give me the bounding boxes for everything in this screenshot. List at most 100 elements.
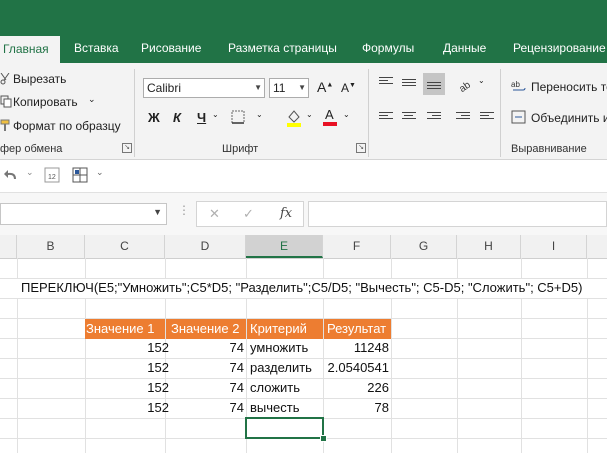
align-top-icon[interactable] bbox=[379, 77, 393, 88]
paintbrush-icon bbox=[0, 119, 10, 131]
align-middle-icon[interactable] bbox=[402, 79, 416, 90]
tab-data[interactable]: Данные bbox=[443, 41, 486, 55]
formula-input[interactable] bbox=[308, 201, 607, 227]
font-size-value: 11 bbox=[273, 81, 286, 95]
font-name-value: Calibri bbox=[147, 81, 182, 95]
tab-review[interactable]: Рецензирование bbox=[513, 41, 606, 55]
table-cell[interactable]: вычесть bbox=[250, 398, 299, 418]
select-all-corner[interactable] bbox=[0, 235, 17, 258]
tab-insert[interactable]: Вставка bbox=[74, 41, 119, 55]
tab-formulas[interactable]: Формулы bbox=[362, 41, 414, 55]
grow-font-button[interactable]: A▲ bbox=[317, 79, 333, 95]
table-cell[interactable]: 152 bbox=[85, 338, 169, 358]
chevron-down-icon: ▼ bbox=[298, 83, 306, 92]
align-center-icon[interactable] bbox=[402, 112, 416, 123]
table-cell[interactable]: 152 bbox=[85, 358, 169, 378]
header-cell[interactable]: Значение 1 bbox=[85, 319, 165, 339]
cut-label: Вырезать bbox=[13, 72, 67, 86]
chevron-down-icon[interactable]: ⌄ bbox=[256, 110, 263, 119]
column-header-b[interactable]: B bbox=[17, 235, 85, 258]
table-cell[interactable]: разделить bbox=[250, 358, 312, 378]
column-header-i[interactable]: I bbox=[521, 235, 587, 258]
insert-function-icon[interactable]: fx bbox=[280, 206, 292, 221]
grow-font-glyph: A bbox=[317, 79, 327, 95]
scissors-icon bbox=[0, 73, 10, 85]
table-cell[interactable]: 74 bbox=[165, 378, 244, 398]
undo-icon[interactable] bbox=[3, 169, 19, 183]
bold-button[interactable]: Ж bbox=[148, 110, 160, 125]
italic-button[interactable]: К bbox=[173, 110, 181, 125]
column-header-h[interactable]: H bbox=[457, 235, 521, 258]
shrink-font-button[interactable]: A▼ bbox=[341, 81, 356, 95]
align-right-icon[interactable] bbox=[427, 112, 441, 123]
header-value-1: Значение 1 bbox=[86, 321, 155, 336]
table-cell[interactable]: 152 bbox=[85, 398, 169, 418]
underline-button[interactable]: Ч bbox=[197, 110, 206, 125]
name-box[interactable]: ▼ bbox=[0, 203, 167, 225]
clipboard-launcher-icon[interactable]: ↘ bbox=[122, 143, 132, 153]
ribbon-separator bbox=[134, 69, 135, 157]
chevron-down-icon[interactable]: ▼ bbox=[153, 207, 162, 217]
ribbon: Вырезать Копировать ⌄ Формат по образцу … bbox=[0, 63, 607, 160]
column-header-d[interactable]: D bbox=[165, 235, 246, 258]
header-cell[interactable]: Значение 2 bbox=[166, 319, 246, 339]
alignment-group-label: Выравнивание bbox=[511, 143, 587, 155]
table-cell[interactable]: умножить bbox=[250, 338, 308, 358]
increase-indent-icon[interactable] bbox=[480, 112, 494, 123]
tab-page-layout[interactable]: Разметка страницы bbox=[228, 41, 337, 55]
copy-label: Копировать bbox=[13, 95, 78, 109]
wrap-text-label: Переносить те bbox=[531, 80, 607, 94]
decrease-indent-icon[interactable] bbox=[456, 112, 470, 123]
table-cell[interactable]: 74 bbox=[165, 358, 244, 378]
table-cell[interactable]: 74 bbox=[165, 338, 244, 358]
align-bottom-button[interactable] bbox=[423, 73, 445, 95]
header-cell[interactable]: Результат bbox=[324, 319, 391, 339]
copy-icon bbox=[0, 95, 12, 108]
chevron-down-icon[interactable]: ⌄ bbox=[306, 110, 313, 119]
ribbon-separator bbox=[500, 69, 501, 157]
table-cell[interactable]: 11248 bbox=[323, 338, 389, 358]
column-header-f[interactable]: F bbox=[323, 235, 391, 258]
fill-color-icon[interactable] bbox=[285, 108, 303, 128]
chevron-down-icon[interactable]: ⌄ bbox=[478, 76, 485, 85]
table-cell[interactable]: 78 bbox=[323, 398, 389, 418]
svg-text:ab: ab bbox=[457, 79, 473, 93]
customize-toolbar-icon[interactable]: ⌄ bbox=[96, 167, 104, 178]
column-header-c[interactable]: C bbox=[85, 235, 165, 258]
table-cell[interactable]: 226 bbox=[323, 378, 389, 398]
chevron-down-icon[interactable]: ⌄ bbox=[26, 167, 34, 178]
wrap-text-icon: ab bbox=[511, 80, 526, 91]
chevron-down-icon[interactable]: ⌄ bbox=[212, 110, 219, 119]
column-headers: B C D E F G H I bbox=[0, 235, 607, 259]
table-cell[interactable]: сложить bbox=[250, 378, 300, 398]
active-cell[interactable] bbox=[245, 417, 324, 439]
chevron-down-icon[interactable]: ⌄ bbox=[88, 94, 96, 105]
font-color-button[interactable]: A bbox=[322, 107, 338, 127]
column-header-e[interactable]: E bbox=[246, 235, 323, 258]
font-launcher-icon[interactable]: ↘ bbox=[356, 143, 366, 153]
borders-icon[interactable] bbox=[231, 110, 247, 126]
font-name-select[interactable]: Calibri ▼ bbox=[143, 78, 265, 98]
orientation-icon[interactable]: ab bbox=[456, 75, 476, 93]
table-cell[interactable]: 2.0540541 bbox=[323, 358, 389, 378]
worksheet-grid[interactable]: ПЕРЕКЛЮЧ(E5;"Умножить";C5*D5; "Разделить… bbox=[0, 258, 607, 453]
svg-text:12: 12 bbox=[48, 174, 56, 181]
clipboard-group-label: фер обмена bbox=[0, 143, 63, 155]
header-cell[interactable]: Критерий bbox=[247, 319, 323, 339]
enter-icon[interactable]: ✓ bbox=[243, 206, 254, 222]
tab-draw[interactable]: Рисование bbox=[141, 41, 201, 55]
table-cell[interactable]: 74 bbox=[165, 398, 244, 418]
chevron-down-icon[interactable]: ⌄ bbox=[343, 110, 350, 119]
chevron-down-icon: ▼ bbox=[254, 83, 262, 92]
form-icon[interactable] bbox=[72, 167, 90, 185]
cancel-icon[interactable]: ✕ bbox=[209, 206, 220, 222]
fill-handle[interactable] bbox=[320, 435, 327, 442]
align-left-icon[interactable] bbox=[379, 112, 393, 123]
svg-text:ab: ab bbox=[511, 80, 520, 89]
font-group-label: Шрифт bbox=[222, 143, 259, 155]
sort-icon[interactable]: 12 bbox=[44, 167, 62, 185]
font-size-select[interactable]: 11 ▼ bbox=[269, 78, 309, 98]
tab-home[interactable]: Главная bbox=[0, 36, 60, 63]
table-cell[interactable]: 152 bbox=[85, 378, 169, 398]
column-header-g[interactable]: G bbox=[391, 235, 457, 258]
